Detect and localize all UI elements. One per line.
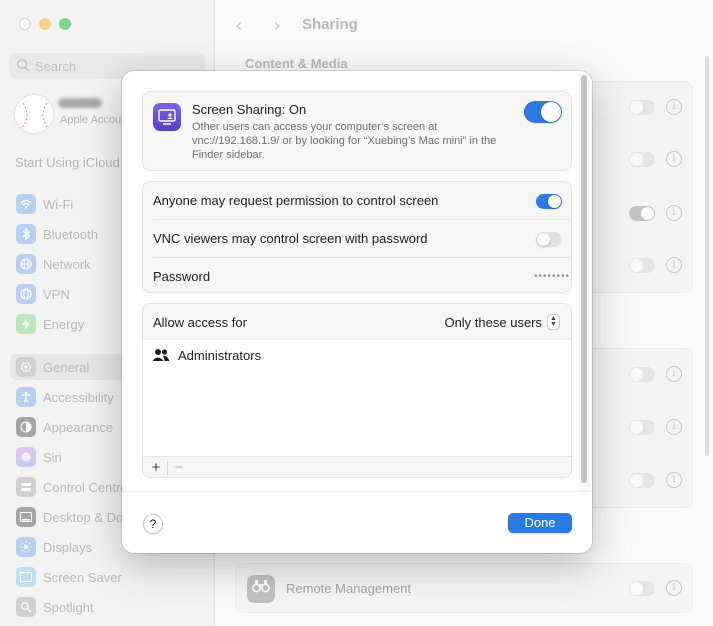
add-user-button[interactable]: + xyxy=(147,459,165,477)
screen-sharing-title: Screen Sharing: On xyxy=(192,102,307,117)
password-field[interactable]: •••••••• xyxy=(534,271,570,282)
allow-access-card: Allow access for Only these users ▲ ▼ Adm… xyxy=(142,303,572,478)
screen-sharing-sheet: Screen Sharing: On Other users can acces… xyxy=(122,71,592,553)
group-users-icon xyxy=(152,349,170,361)
list-item[interactable]: Administrators xyxy=(143,344,571,366)
users-list: Administrators xyxy=(143,340,571,456)
request-permission-label: Anyone may request permission to control… xyxy=(153,193,439,208)
screen-sharing-card: Screen Sharing: On Other users can acces… xyxy=(142,91,572,171)
done-button[interactable]: Done xyxy=(508,513,572,533)
allow-access-label: Allow access for xyxy=(153,315,247,330)
users-list-footer: + − xyxy=(143,456,571,477)
allow-access-popup[interactable]: Only these users ▲ ▼ xyxy=(444,313,560,331)
help-button[interactable]: ? xyxy=(143,514,163,534)
vnc-password-label: VNC viewers may control screen with pass… xyxy=(153,231,428,246)
sheet-scrollbar[interactable] xyxy=(581,75,587,483)
options-card: Anyone may request permission to control… xyxy=(142,181,572,293)
screen-sharing-icon xyxy=(153,103,181,131)
screen-sharing-toggle[interactable] xyxy=(524,101,562,123)
password-label: Password xyxy=(153,269,211,284)
remove-user-button[interactable]: − xyxy=(170,459,188,477)
vnc-password-toggle[interactable] xyxy=(536,232,562,247)
request-permission-row: Anyone may request permission to control… xyxy=(143,182,571,220)
screen-sharing-description: Other users can access your computer’s s… xyxy=(192,121,497,161)
user-label-administrators: Administrators xyxy=(178,348,262,363)
allow-access-value: Only these users xyxy=(444,314,542,330)
sheet-footer: ? Done xyxy=(122,491,592,553)
up-down-chevron-icon: ▲ ▼ xyxy=(547,314,560,330)
password-row: Password •••••••• xyxy=(153,257,571,295)
request-permission-toggle[interactable] xyxy=(536,194,562,209)
vnc-password-row: VNC viewers may control screen with pass… xyxy=(153,219,571,257)
footer-divider xyxy=(167,461,168,475)
allow-access-header: Allow access for Only these users ▲ ▼ xyxy=(143,304,571,340)
